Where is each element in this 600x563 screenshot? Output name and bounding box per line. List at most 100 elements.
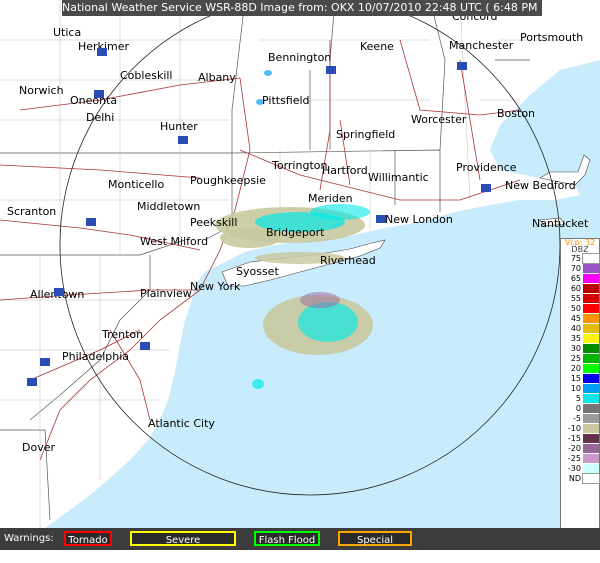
legend-color-swatch [583,453,599,463]
legend-color-swatch [583,403,599,413]
legend-color-swatch [583,463,599,473]
legend-color-swatch [583,343,599,353]
legend-row: 70 [561,263,599,273]
legend-color-swatch [583,263,599,273]
echo-clutter-south [300,292,340,308]
city-portsmouth: Portsmouth [520,31,583,44]
legend-level-label: -25 [567,453,581,463]
city-scranton: Scranton [7,205,56,218]
legend-level-label: 35 [570,333,581,343]
highway-shield-icon [457,62,467,70]
legend-level-label: -20 [567,443,581,453]
legend-color-swatch [583,423,599,433]
legend-color-swatch [583,293,599,303]
city-plainview: Plainview [140,287,192,300]
legend-color-swatch [583,283,599,293]
legend-level-label: -10 [567,423,581,433]
legend-row: 35 [561,333,599,343]
city-poughkeepsie: Poughkeepsie [190,174,266,187]
warning-flash-flood-button[interactable]: Flash Flood [254,531,320,546]
legend-row: 60 [561,283,599,293]
legend-color-swatch [583,363,599,373]
legend-row: 45 [561,313,599,323]
warnings-bar: Warnings: Tornado Severe Thunderstorm Fl… [0,528,600,561]
legend-level-label: 10 [570,383,581,393]
city-delhi: Delhi [86,111,114,124]
city-syosset: Syosset [236,265,279,278]
city-atlantic-city: Atlantic City [148,417,215,430]
legend-level-label: 60 [570,283,581,293]
legend-color-swatch [583,323,599,333]
legend-row: 10 [561,383,599,393]
legend-color-swatch [583,303,599,313]
legend-level-label: 75 [570,253,581,263]
highway-shield-icon [376,215,386,223]
legend-row: -25 [561,453,599,463]
legend-level-label: -15 [567,433,581,443]
legend-color-swatch [583,333,599,343]
echo-small-cell [252,379,264,389]
legend-rows: 75 70 65 60 55 50 45 40 35 30 25 20 15 10 5 0 -5 -10 -15 -2… [561,252,600,484]
legend-level-label: 45 [570,313,581,323]
legend-color-swatch [583,433,599,443]
legend-color-swatch [583,393,599,403]
highway-shield-icon [97,48,107,56]
legend-row: 50 [561,303,599,313]
legend-level-label: 0 [575,403,581,413]
city-hunter: Hunter [160,120,198,133]
legend-row: 25 [561,353,599,363]
highway-shield-icon [27,378,37,386]
legend-row: 55 [561,293,599,303]
legend-row: 65 [561,273,599,283]
city-pittsfield: Pittsfield [262,94,310,107]
legend-level-label: 30 [570,343,581,353]
city-hartford: Hartford [322,164,368,177]
city-springfield: Springfield [336,128,395,141]
city-philadelphia: Philadelphia [62,350,129,363]
legend-color-swatch [583,353,599,363]
city-bridgeport: Bridgeport [266,226,325,239]
warning-tornado-button[interactable]: Tornado [64,531,112,546]
legend-level-label: -5 [573,413,581,423]
city-new-bedford: New Bedford [505,179,576,192]
highway-shield-icon [54,288,64,296]
legend-level-label: 70 [570,263,581,273]
city-monticello: Monticello [108,178,164,191]
city-keene: Keene [360,40,394,53]
warning-special-marine-button[interactable]: Special Marine [338,531,412,561]
legend-level-label: 25 [570,353,581,363]
warning-severe-thunderstorm-button[interactable]: Severe Thunderstorm [130,531,236,561]
legend-color-swatch [582,472,600,484]
legend-row: -10 [561,423,599,433]
city-oneonta: Oneonta [70,94,117,107]
highway-shield-icon [326,66,336,74]
legend-row: -15 [561,433,599,443]
city-riverhead: Riverhead [320,254,376,267]
legend-row: 40 [561,323,599,333]
legend-row: 20 [561,363,599,373]
legend-row: -5 [561,413,599,423]
city-west-milford: West Milford [140,235,208,248]
warnings-label: Warnings: [4,533,54,544]
legend-level-label: 5 [575,393,581,403]
legend-header: Vcp: 32 DBZ [561,239,599,254]
legend-level-label: ND [568,473,581,483]
legend-color-swatch [583,313,599,323]
legend-color-swatch [583,383,599,393]
legend-level-label: 20 [570,363,581,373]
city-utica: Utica [53,26,81,39]
highway-shield-icon [86,218,96,226]
city-nantucket: Nantucket [532,217,589,230]
city-new-london: New London [385,213,453,226]
echo-core-east [310,204,370,220]
city-middletown: Middletown [137,200,200,213]
highway-shield-icon [140,342,150,350]
legend-row: 15 [561,373,599,383]
legend-level-label: 15 [570,373,581,383]
highway-shield-icon [178,136,188,144]
city-albany: Albany [198,71,236,84]
city-new-york: New York [190,280,241,293]
legend-level-label: 40 [570,323,581,333]
legend-row: 30 [561,343,599,353]
dbz-legend: Vcp: 32 DBZ 75 70 65 60 55 50 45 40 35 30 25 20 15 10… [560,238,600,544]
